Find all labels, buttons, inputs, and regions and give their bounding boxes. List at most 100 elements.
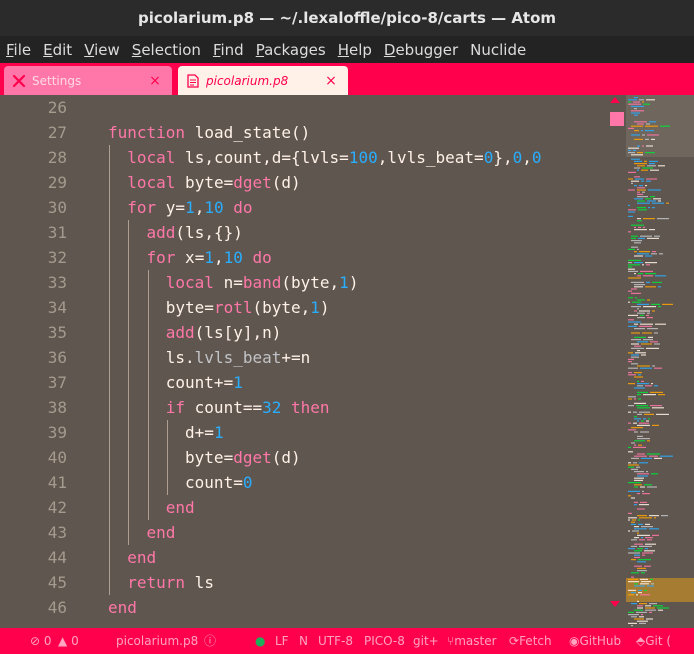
linter-warnings[interactable]: ▲ 0: [58, 628, 79, 654]
git-branch[interactable]: ⑂master: [447, 628, 497, 654]
sync-icon: ⟳: [509, 634, 520, 648]
error-icon: ⊘: [30, 634, 41, 648]
menu-packages[interactable]: Packages: [250, 41, 332, 59]
tab-picolarium[interactable]: picolarium.p8 ×: [178, 66, 348, 95]
code-token: byte=: [165, 298, 214, 317]
code-line[interactable]: local n=band(byte,1): [166, 270, 359, 295]
menu-bar: File Edit View Selection Find Packages Help Deb…: [0, 36, 694, 63]
code-token: local: [165, 273, 214, 292]
line-number[interactable]: 43: [0, 520, 67, 545]
code-line[interactable]: end: [127, 545, 156, 570]
code-line[interactable]: add(ls[y],n): [166, 320, 282, 345]
indent-guide: [166, 420, 168, 495]
line-number[interactable]: 36: [0, 345, 67, 370]
status-encoding[interactable]: UTF-8: [318, 628, 353, 654]
status-line-ending[interactable]: LF: [275, 628, 289, 654]
line-number[interactable]: 44: [0, 545, 67, 570]
code-editor[interactable]: 26 27 28 29 30 31 32 33 34 35 36 37 38 39 40 41 42 43 44 45…: [0, 95, 622, 628]
line-number[interactable]: 33: [0, 270, 67, 295]
line-number[interactable]: 35: [0, 320, 67, 345]
line-number[interactable]: 45: [0, 570, 67, 595]
code-token: local: [127, 148, 176, 167]
github-icon: ◉: [569, 634, 580, 648]
menu-find[interactable]: Find: [207, 41, 250, 59]
code-token: },: [493, 148, 513, 167]
line-number[interactable]: 31: [0, 220, 67, 245]
line-number[interactable]: 26: [0, 95, 67, 120]
code-token: y=: [156, 198, 186, 217]
code-line[interactable]: add(ls,{}): [147, 220, 243, 245]
code-token: ,: [522, 148, 532, 167]
menu-selection[interactable]: Selection: [126, 41, 207, 59]
code-line[interactable]: local ls,count,d={lvls=100,lvls_beat=0},…: [127, 145, 541, 170]
line-number[interactable]: 34: [0, 295, 67, 320]
status-grammar[interactable]: PICO-8: [364, 628, 405, 654]
status-file-path[interactable]: picolarium.p8: [116, 628, 198, 654]
line-number[interactable]: 40: [0, 445, 67, 470]
code-line[interactable]: byte=dget(d): [185, 445, 301, 470]
menu-edit[interactable]: Edit: [37, 41, 78, 59]
linter-errors[interactable]: ⊘ 0: [30, 628, 52, 654]
minimap-preview: [626, 95, 694, 627]
code-token: (ls,{}): [175, 223, 243, 242]
close-icon[interactable]: ×: [148, 73, 162, 89]
code-token: ): [319, 298, 330, 317]
code-line[interactable]: count+=1: [166, 370, 243, 395]
code-token: n=: [213, 273, 243, 292]
menu-view[interactable]: View: [78, 41, 126, 59]
code-line[interactable]: count=0: [185, 470, 252, 495]
code-token: +=n: [281, 348, 311, 367]
line-number-gutter[interactable]: 26 27 28 29 30 31 32 33 34 35 36 37 38 39 40 41 42 43 44 45…: [0, 95, 78, 628]
code-line[interactable]: byte=rotl(byte,1): [166, 295, 330, 320]
line-number[interactable]: 42: [0, 495, 67, 520]
file-icon: [186, 73, 200, 88]
info-icon[interactable]: ⓘ: [204, 628, 216, 654]
line-number[interactable]: 32: [0, 245, 67, 270]
code-line[interactable]: end: [108, 595, 137, 620]
code-token: 100: [348, 148, 378, 167]
code-area[interactable]: function load_state() local ls,count,d={l…: [108, 95, 622, 628]
scroll-up-icon[interactable]: [610, 97, 620, 103]
indent-guide: [128, 220, 130, 545]
indent-guide: [147, 270, 149, 520]
code-line[interactable]: function load_state(): [108, 120, 310, 145]
code-line[interactable]: end: [166, 495, 195, 520]
github-button[interactable]: ◉GitHub: [569, 628, 621, 654]
code-token: (ls[y],n): [194, 323, 282, 342]
code-line[interactable]: for y=1,10 do: [127, 195, 252, 220]
line-number[interactable]: 38: [0, 395, 67, 420]
line-number[interactable]: 41: [0, 470, 67, 495]
line-number[interactable]: 37: [0, 370, 67, 395]
menu-debugger[interactable]: Debugger: [378, 41, 464, 59]
code-line[interactable]: if count==32 then: [166, 395, 330, 420]
code-token: 0: [483, 148, 494, 167]
git-fetch-button[interactable]: ⟳Fetch: [509, 628, 552, 654]
menu-file[interactable]: File: [0, 41, 37, 59]
code-token: 32: [262, 398, 282, 417]
line-number[interactable]: 27: [0, 120, 67, 145]
status-git[interactable]: git+: [413, 628, 439, 654]
scroll-down-icon[interactable]: [610, 601, 620, 607]
code-line[interactable]: d+=1: [185, 420, 224, 445]
line-number[interactable]: 39: [0, 420, 67, 445]
menu-nuclide[interactable]: Nuclide: [464, 41, 532, 59]
code-line[interactable]: return ls: [127, 570, 214, 595]
code-line[interactable]: for x=1,10 do: [147, 245, 272, 270]
minimap[interactable]: [610, 95, 694, 628]
code-line[interactable]: end: [147, 520, 176, 545]
line-number[interactable]: 46: [0, 595, 67, 620]
git-button[interactable]: ⬘Git (: [636, 628, 671, 654]
code-token: dget: [233, 448, 272, 467]
line-number[interactable]: 28: [0, 145, 67, 170]
status-indent[interactable]: N: [299, 628, 308, 654]
line-number[interactable]: 29: [0, 170, 67, 195]
scrollbar-thumb[interactable]: [610, 112, 624, 126]
code-line[interactable]: ls.lvls_beat+=n: [166, 345, 311, 370]
close-icon[interactable]: ×: [324, 73, 338, 89]
code-line[interactable]: local byte=dget(d): [127, 170, 300, 195]
tab-settings[interactable]: Settings ×: [4, 66, 172, 95]
menu-help[interactable]: Help: [332, 41, 378, 59]
code-token: 1: [213, 423, 224, 442]
line-number[interactable]: 30: [0, 195, 67, 220]
